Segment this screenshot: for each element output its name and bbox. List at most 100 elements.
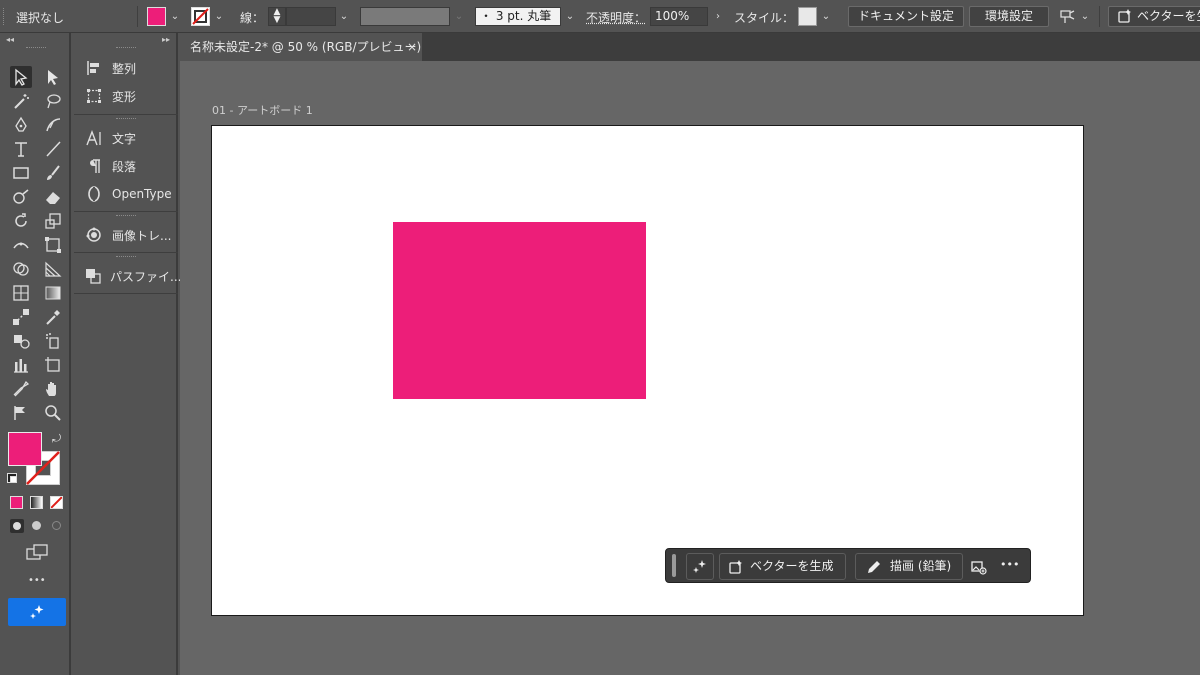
opacity-input[interactable]: 100% [650,7,708,26]
panel-character-label: 文字 [112,131,137,146]
no-color-icon [50,496,63,509]
chevron-down-icon[interactable]: ⌄ [168,7,182,26]
type-tool-icon[interactable] [10,138,32,160]
color-mode-button[interactable] [10,496,23,509]
control-bar-grip[interactable] [3,8,6,25]
stroke-weight-input[interactable] [286,7,336,26]
chevron-down-icon[interactable]: ⌄ [563,7,577,26]
panel-transform[interactable]: 変形 [74,83,178,109]
lasso-tool-icon[interactable] [42,90,64,112]
graphic-style-swatch[interactable] [798,7,817,26]
shape-builder-tool-icon[interactable] [10,258,32,280]
panel-opentype[interactable]: OpenType [74,181,178,207]
expand-panels-icon[interactable]: ▸▸ [162,35,170,44]
draw-inside-icon[interactable] [50,519,64,533]
screen-mode-icon[interactable] [26,544,48,563]
artboard[interactable] [211,125,1084,616]
live-paint-bucket-icon[interactable] [10,330,32,352]
blend-tool-icon[interactable] [10,306,32,328]
align-icon [85,59,103,77]
panel-character[interactable]: 文字 [74,125,178,151]
chevron-down-icon[interactable]: ⌄ [452,7,466,26]
panel-opentype-label: OpenType [112,187,172,201]
draw-behind-icon[interactable] [30,519,44,533]
ai-generate-button[interactable] [8,598,66,626]
curvature-tool-icon[interactable] [42,114,64,136]
gradient-tool-icon[interactable] [42,282,64,304]
magic-wand-tool-icon[interactable] [10,90,32,112]
style-label: スタイル： [734,11,795,25]
divider [1099,6,1100,27]
arrange-documents-icon[interactable] [1058,8,1076,26]
panel-paragraph[interactable]: 段落 [74,153,178,179]
panel-group-grip[interactable] [116,256,136,259]
column-graph-tool-icon[interactable] [10,354,32,376]
slice-tool-icon[interactable] [10,378,32,400]
close-icon[interactable]: × [407,33,421,61]
document-tab[interactable]: 名称未設定-2* @ 50 % (RGB/プレビュー) [180,33,422,61]
fill-swatch[interactable] [147,7,166,26]
default-fill-stroke-icon[interactable] [7,473,17,483]
brush-definition[interactable]: ・ 3 pt. 丸筆 [475,7,561,26]
puppet-warp-tool-icon[interactable] [10,402,32,424]
preferences-button[interactable]: 環境設定 [969,6,1049,27]
none-mode-button[interactable] [50,496,63,509]
image-add-icon[interactable] [970,558,988,576]
selection-tool-icon[interactable] [10,66,32,88]
draw-pencil-button[interactable]: 描画 (鉛筆) [855,553,963,580]
sparkle-button[interactable] [686,553,714,580]
chevron-down-icon[interactable]: ⌄ [819,7,833,26]
artboard-tool-icon[interactable] [42,354,64,376]
taskbar-drag-handle[interactable] [672,554,676,577]
document-setup-button[interactable]: ドキュメント設定 [848,6,964,27]
panel-align[interactable]: 整列 [74,55,178,81]
fill-color-proxy[interactable] [8,432,42,466]
eyedropper-tool-icon[interactable] [42,306,64,328]
symbol-sprayer-tool-icon[interactable] [42,330,64,352]
opacity-label[interactable]: 不透明度： [586,9,646,26]
direct-selection-tool-icon[interactable] [42,66,64,88]
paintbrush-tool-icon[interactable] [42,162,64,184]
more-options-icon[interactable]: ••• [1000,558,1019,571]
variable-width-profile[interactable] [360,7,450,26]
character-icon [85,129,103,147]
mesh-tool-icon[interactable] [10,282,32,304]
stroke-weight-stepper[interactable]: ▲ ▼ [268,7,286,26]
panel-group-grip[interactable] [116,47,136,50]
rectangle-tool-icon[interactable] [10,162,32,184]
generate-vector-taskbar-button[interactable]: ベクターを生成 [719,553,846,580]
draw-normal-icon[interactable] [10,519,24,533]
scale-tool-icon[interactable] [42,210,64,232]
chevron-down-icon[interactable]: ⌄ [337,7,351,26]
panel-pathfinder[interactable]: パスファイ... [74,263,181,289]
panel-group-grip[interactable] [116,215,136,218]
gradient-mode-button[interactable] [30,496,43,509]
pencil-icon [868,560,880,573]
width-tool-icon[interactable] [10,234,32,256]
no-stroke-icon [192,8,209,25]
shaper-tool-icon[interactable] [10,186,32,208]
pen-tool-icon[interactable] [10,114,32,136]
panel-group-grip[interactable] [116,118,136,121]
pathfinder-icon [85,267,101,285]
generate-vector-taskbar-label: ベクターを生成 [750,559,834,573]
edit-toolbar-button[interactable]: ••• [28,575,46,586]
panel-image-trace[interactable]: 画像トレ... [74,222,178,248]
hand-tool-icon[interactable] [42,378,64,400]
swap-fill-stroke-icon[interactable]: ⤾ [52,432,61,446]
stroke-swatch[interactable] [191,7,210,26]
eraser-tool-icon[interactable] [42,186,64,208]
pink-rectangle-shape[interactable] [393,222,646,399]
transform-icon [85,87,103,105]
chevron-down-icon[interactable]: ⌄ [1078,7,1092,26]
perspective-grid-tool-icon[interactable] [42,258,64,280]
free-transform-tool-icon[interactable] [42,234,64,256]
collapse-icon[interactable]: ◂◂ [6,35,14,44]
zoom-tool-icon[interactable] [42,402,64,424]
line-segment-tool-icon[interactable] [42,138,64,160]
artboard-label[interactable]: 01 - アートボード 1 [212,102,313,118]
chevron-right-icon[interactable]: › [711,7,725,26]
chevron-down-icon[interactable]: ⌄ [212,7,226,26]
panel-grip[interactable] [26,47,46,50]
rotate-tool-icon[interactable] [10,210,32,232]
